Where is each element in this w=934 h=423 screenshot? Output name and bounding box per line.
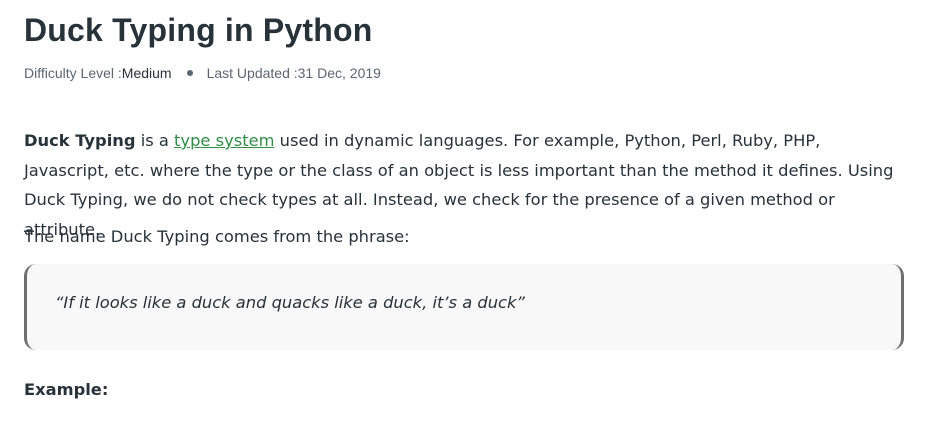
quote-text: “If it looks like a duck and quacks like… [55, 292, 525, 312]
difficulty-label: Difficulty Level : [24, 65, 122, 81]
example-heading: Example: [24, 380, 109, 399]
blockquote: “If it looks like a duck and quacks like… [24, 264, 904, 350]
type-system-link[interactable]: type system [174, 131, 274, 150]
article-title: Duck Typing in Python [24, 12, 373, 48]
last-updated-label: Last Updated : [206, 65, 298, 81]
last-updated-value: 31 Dec, 2019 [297, 65, 381, 81]
meta-separator-dot [186, 70, 193, 76]
difficulty-value: Medium [121, 65, 172, 81]
phrase-intro: The name Duck Typing comes from the phra… [24, 227, 410, 246]
article-meta: Difficulty Level : Medium Last Updated :… [24, 65, 381, 81]
intro-text-before-link: is a [135, 131, 175, 150]
bold-term: Duck Typing [24, 131, 136, 150]
